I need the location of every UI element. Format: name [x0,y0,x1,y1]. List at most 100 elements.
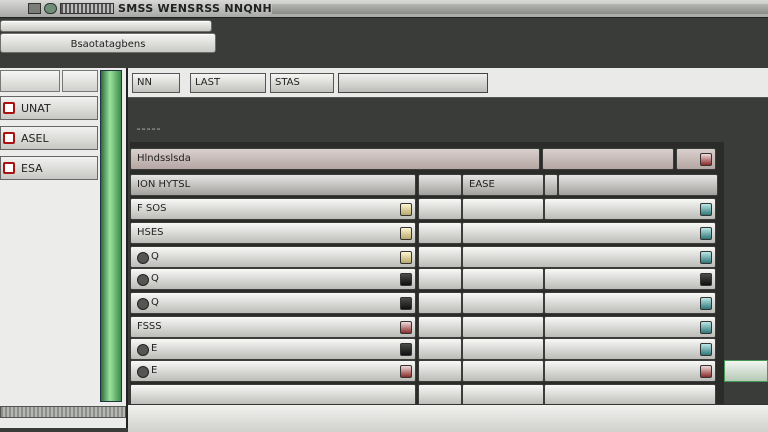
row-2-col-1[interactable]: HSES [130,222,416,244]
header-col-2[interactable] [418,174,462,196]
row-3-col-3[interactable] [462,246,716,268]
table-row[interactable]: Q [130,268,724,290]
row-2-icon[interactable] [400,227,412,240]
table-row[interactable]: Q [130,292,724,314]
row-8-col-4[interactable] [544,360,716,382]
grid-title-icon[interactable] [700,153,712,166]
row-6-col-3[interactable] [462,316,544,338]
row-2-right-icon[interactable] [700,227,712,240]
row-6-right-icon[interactable] [700,321,712,334]
row-8-col-3[interactable] [462,360,544,382]
row-3-col-2[interactable] [418,246,462,268]
top-tab[interactable]: Bsaotatagbens [0,33,216,53]
table-row[interactable]: E [130,360,724,382]
row-5-col-3[interactable] [462,292,544,314]
row-3-col-1[interactable]: Q [130,246,416,268]
row-8-col-1[interactable]: E [130,360,416,382]
status-bar [128,404,768,432]
row-6-col-1[interactable]: FSSS [130,316,416,338]
table-row[interactable]: HSES [130,222,724,244]
toolbar-button-2[interactable]: LAST [190,73,266,93]
table-row[interactable] [130,384,724,406]
row-4-col-1[interactable]: Q [130,268,416,290]
grid-title-cell: Hlndsslsda [130,148,540,170]
row-3-right-icon[interactable] [700,251,712,264]
toolbar-button-2-label: LAST [195,77,221,88]
left-item-2-label: ASEL [21,132,49,145]
grid-title-cell-3[interactable] [676,148,716,170]
row-1-col-4[interactable] [544,198,716,220]
left-item-2[interactable]: ASEL [0,126,98,150]
row-7-col-2[interactable] [418,338,462,360]
row-2-col-3[interactable] [462,222,716,244]
row-4-right-icon[interactable] [700,273,712,286]
left-item-3[interactable]: ESA [0,156,98,180]
title-bar: SMSS WENSRSS NNQNHES [0,0,768,18]
row-1-col-2[interactable] [418,198,462,220]
row-2-col-2[interactable] [418,222,462,244]
row-5-icon[interactable] [400,297,412,310]
row-9-col-3[interactable] [462,384,544,406]
row-6-col-4[interactable] [544,316,716,338]
row-5-col-1[interactable]: Q [130,292,416,314]
row-8-col-2[interactable] [418,360,462,382]
toolbar-field[interactable] [338,73,488,93]
table-row[interactable]: F SOS [130,198,724,220]
row-4-col-3[interactable] [462,268,544,290]
row-7-label: E [151,343,158,354]
header-col-5[interactable] [558,174,718,196]
row-1-icon[interactable] [400,203,412,216]
left-panel: UNAT ASEL ESA [0,68,128,428]
left-scrollbar[interactable] [100,70,122,402]
row-4-icon[interactable] [400,273,412,286]
row-1-col-3[interactable] [462,198,544,220]
row-6-col-2[interactable] [418,316,462,338]
window-title: SMSS WENSRSS NNQNHES [118,2,289,15]
left-panel-header-button[interactable] [62,70,98,92]
grid-title-cell-2 [542,148,674,170]
row-8-icon[interactable] [400,365,412,378]
row-1-right-icon[interactable] [700,203,712,216]
item-3-icon [3,162,15,174]
row-5-col-2[interactable] [418,292,462,314]
row-4-col-4[interactable] [544,268,716,290]
row-7-col-4[interactable] [544,338,716,360]
row-6-label: FSSS [137,321,162,332]
row-2-label: HSES [137,227,164,238]
row-8-right-icon[interactable] [700,365,712,378]
window-icon[interactable] [28,3,41,14]
row-7-right-icon[interactable] [700,343,712,356]
table-row[interactable]: FSSS [130,316,724,338]
row-9-col-2[interactable] [418,384,462,406]
row-8-label: E [151,365,158,376]
header-col-4[interactable] [544,174,558,196]
toolbar-button-1-label: NN [137,77,152,88]
row-4-col-2[interactable] [418,268,462,290]
row-7-col-3[interactable] [462,338,544,360]
row-5-col-4[interactable] [544,292,716,314]
table-row[interactable]: Q [130,246,724,268]
toolbar-button-3[interactable]: STAS [270,73,334,93]
item-1-icon [3,102,15,114]
row-3-icon[interactable] [400,251,412,264]
row-6-icon[interactable] [400,321,412,334]
row-1-col-1[interactable]: F SOS [130,198,416,220]
left-panel-header[interactable] [0,70,60,92]
row-7-icon[interactable] [400,343,412,356]
header-col-3[interactable]: EASE [462,174,544,196]
row-7-status-icon [137,344,149,356]
top-tab-upper[interactable] [0,20,212,32]
row-5-status-icon [137,298,149,310]
row-9-col-4[interactable] [544,384,716,406]
right-edge-button[interactable] [724,360,768,382]
left-item-1[interactable]: UNAT [0,96,98,120]
settings-icon[interactable] [44,3,57,14]
row-5-right-icon[interactable] [700,297,712,310]
table-row[interactable]: E [130,338,724,360]
row-9-col-1[interactable] [130,384,416,406]
header-col-1[interactable]: ION HYTSL [130,174,416,196]
title-pattern [60,3,114,14]
toolbar-button-1[interactable]: NN [132,73,180,93]
header-col-3-label: EASE [469,179,495,190]
row-7-col-1[interactable]: E [130,338,416,360]
